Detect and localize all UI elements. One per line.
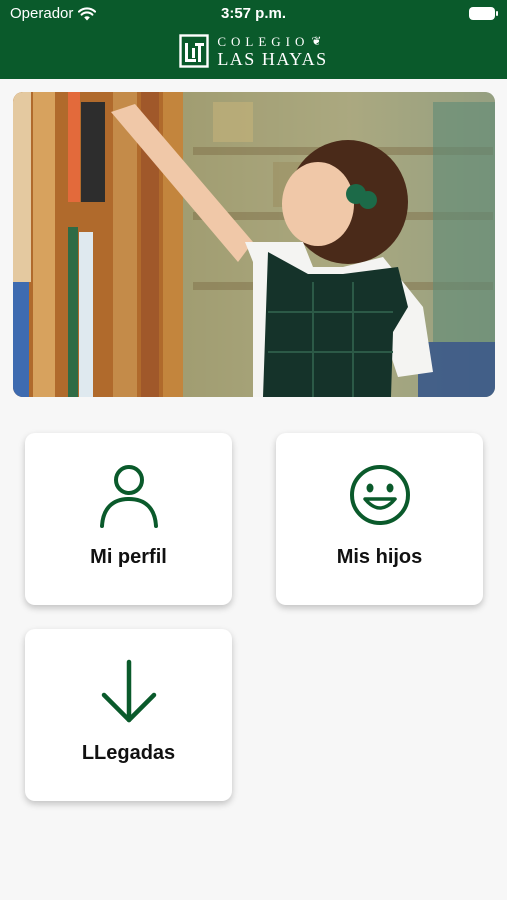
logo-line2: LAS HAYAS	[217, 48, 328, 69]
battery-icon	[469, 7, 498, 20]
leaf-icon: ❦	[311, 34, 322, 48]
library-girl-photo	[13, 92, 495, 397]
status-time: 3:57 p.m.	[220, 5, 287, 22]
icon-wrapper	[276, 463, 483, 527]
logo-line1: COLEGIO	[217, 33, 310, 49]
status-bar: Operador 3:57 p.m.	[0, 0, 507, 28]
hero-image	[13, 92, 495, 397]
arrow-down-icon	[101, 659, 156, 723]
icon-wrapper	[25, 463, 232, 529]
school-crest-icon	[179, 34, 210, 68]
arrivals-button[interactable]: LLegadas	[25, 629, 232, 801]
app-header: Operador 3:57 p.m. COLEGIO ❦ LAS HAYAS	[0, 0, 507, 79]
arrivals-label: LLegadas	[81, 742, 176, 764]
school-logo: COLEGIO ❦ LAS HAYAS	[0, 31, 507, 71]
my-children-button[interactable]: Mis hijos	[276, 433, 483, 605]
logo-wordmark: COLEGIO ❦ LAS HAYAS	[217, 35, 327, 68]
my-profile-button[interactable]: Mi perfil	[25, 433, 232, 605]
person-icon	[99, 465, 158, 528]
my-profile-label: Mi perfil	[90, 546, 167, 568]
smiley-icon	[349, 465, 410, 525]
my-children-label: Mis hijos	[336, 546, 423, 568]
icon-wrapper	[25, 659, 232, 725]
